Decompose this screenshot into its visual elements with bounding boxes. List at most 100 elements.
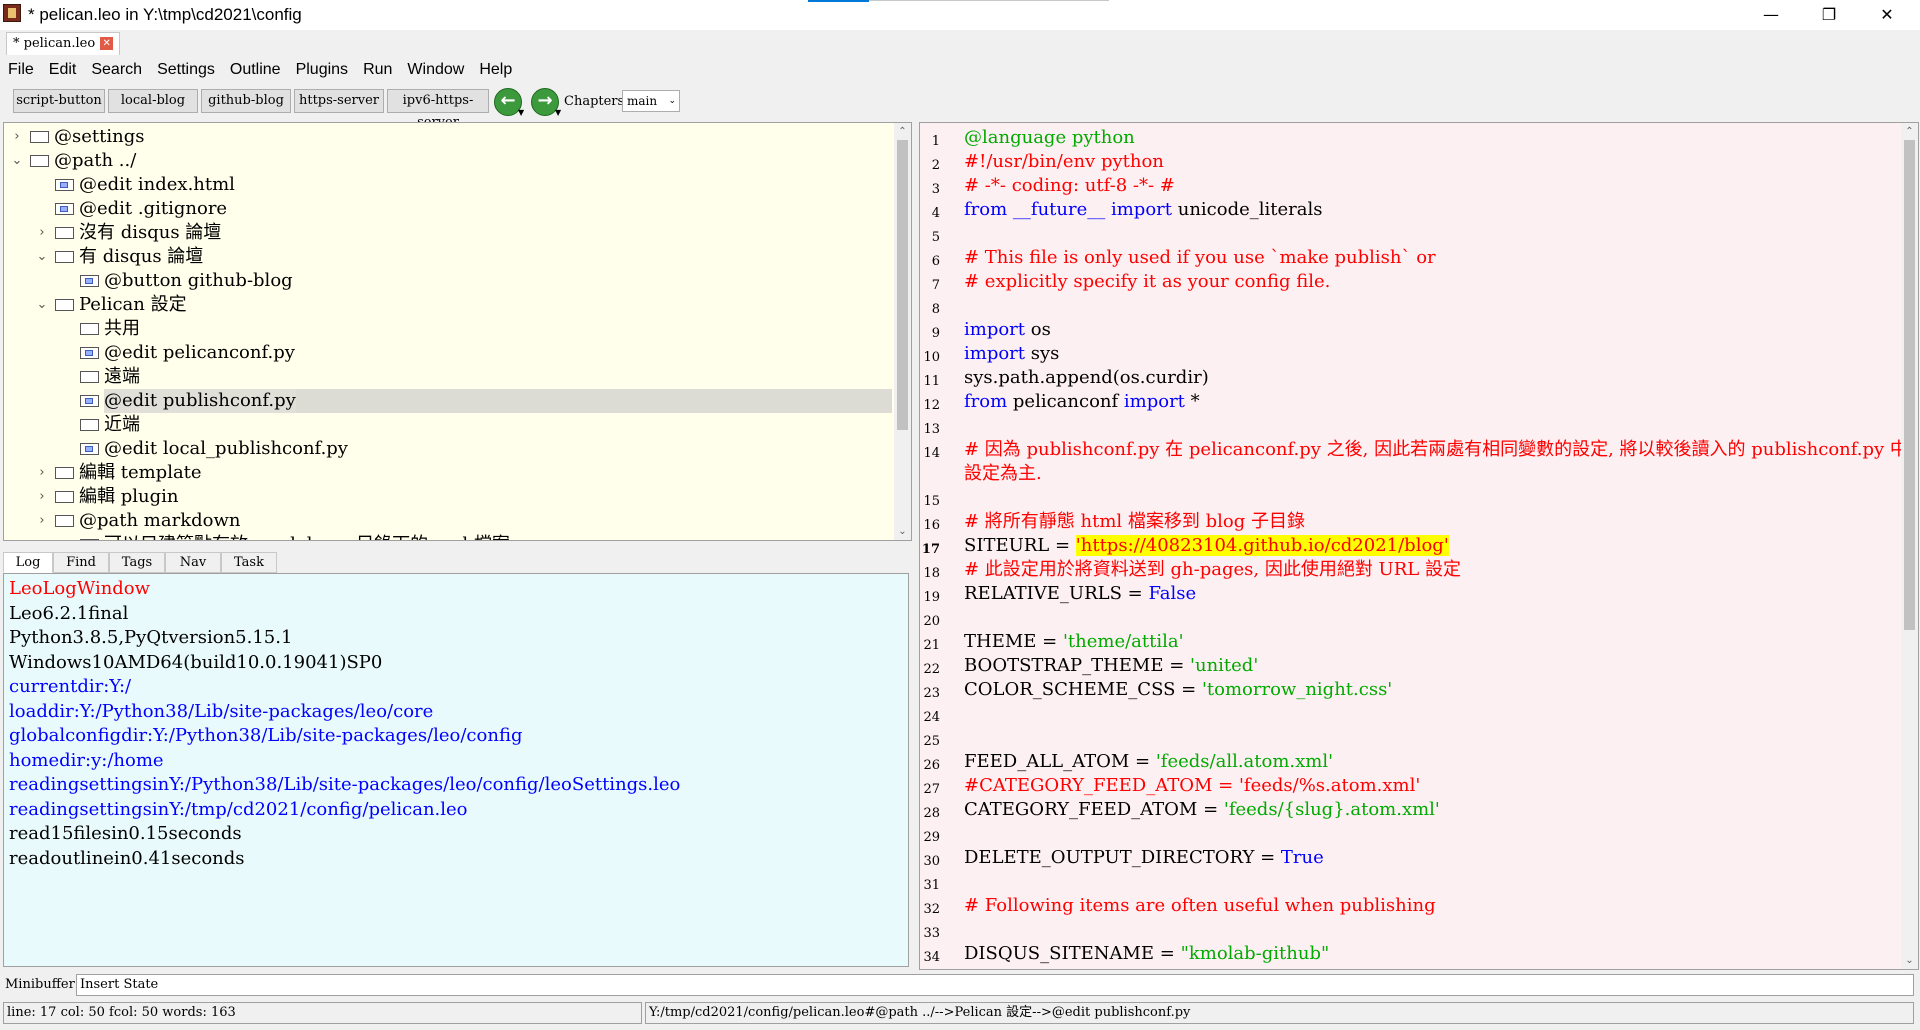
outline-node[interactable]: › 編輯 template	[39, 461, 892, 485]
chevron-down-icon[interactable]: ⌄	[35, 245, 49, 269]
tab-log[interactable]: Log	[3, 552, 53, 573]
outline-node[interactable]: 共用	[80, 317, 892, 341]
chevron-down-icon[interactable]: ⌄	[10, 149, 24, 173]
menu-plugins[interactable]: Plugins	[288, 57, 355, 82]
outline-node[interactable]: › @path markdown	[39, 509, 892, 533]
scroll-thumb[interactable]	[1904, 140, 1915, 630]
chevron-right-icon[interactable]: ›	[35, 221, 49, 245]
script-button[interactable]: script-button	[13, 89, 105, 113]
outline-scrollbar[interactable]: ⌃ ⌄	[894, 123, 911, 540]
menu-settings[interactable]: Settings	[149, 57, 222, 82]
minimize-button[interactable]: —	[1748, 0, 1794, 30]
line-number: 26	[923, 758, 940, 773]
code-line: 設定為主.	[964, 462, 1042, 486]
outline-node[interactable]: @edit index.html	[55, 173, 892, 197]
outline-pane[interactable]: › @settings ⌄ @path ../@edit index.html @edi…	[3, 122, 912, 541]
chapters-value: main	[627, 94, 658, 108]
log-pane[interactable]: LeoLogWindow Leo6.2.1final Python3.8.5,PyQ…	[3, 573, 909, 967]
outline-node[interactable]: › 編輯 plugin	[39, 485, 892, 509]
code-line: DELETE_OUTPUT_DIRECTORY = True	[964, 846, 1324, 870]
outline-node[interactable]: @edit publishconf.py	[80, 389, 892, 413]
line-number: 33	[923, 926, 940, 941]
scroll-thumb[interactable]	[897, 140, 908, 430]
code-token: BOOTSTRAP_THEME =	[964, 655, 1191, 676]
scroll-down-icon[interactable]: ⌄	[1901, 952, 1918, 969]
scroll-up-icon[interactable]: ⌃	[894, 123, 911, 140]
document-tab-strip: * pelican.leo ✕	[0, 30, 1920, 56]
body-editor[interactable]: 1 2 3 4 5 6 7 8 9 10 11 12 13 14 15 16 17 18 19 20 21 22 23 24 2…	[919, 122, 1919, 970]
menu-window[interactable]: Window	[399, 57, 471, 82]
outline-node[interactable]: 近端	[80, 413, 892, 437]
outline-node[interactable]: ⌄ @path ../	[12, 149, 892, 173]
code-line: # 將所有靜態 html 檔案移到 blog 子目錄	[964, 510, 1305, 534]
chevron-right-icon[interactable]: ›	[35, 509, 49, 533]
log-line: readingsettingsinY:/tmp/cd2021/config/pe…	[9, 798, 468, 820]
code-token: DISQUS_SITENAME =	[964, 943, 1181, 964]
tab-tags[interactable]: Tags	[109, 552, 165, 573]
outline-node[interactable]: › @settings	[14, 125, 892, 149]
line-number: 25	[923, 734, 940, 749]
local-blog-button[interactable]: local-blog	[108, 89, 198, 113]
line-number: 22	[923, 662, 940, 677]
chevron-down-icon[interactable]: ▼	[518, 108, 524, 117]
chevron-right-icon[interactable]: ›	[35, 485, 49, 509]
code-line: import sys	[964, 342, 1059, 366]
scroll-up-icon[interactable]: ⌃	[1901, 123, 1918, 140]
scroll-down-icon[interactable]: ⌄	[894, 523, 911, 540]
line-number: 1	[931, 134, 940, 149]
code-token: DELETE_OUTPUT_DIRECTORY =	[964, 847, 1281, 868]
tab-find[interactable]: Find	[53, 552, 109, 573]
code-line: # -*- coding: utf-8 -*- #	[964, 174, 1175, 198]
menu-edit[interactable]: Edit	[41, 57, 84, 82]
ipv6-https-server-button[interactable]: ipv6-https-server	[387, 89, 489, 130]
outline-node[interactable]: @edit pelicanconf.py	[80, 341, 892, 365]
outline-node[interactable]: 遠端	[80, 365, 892, 389]
code-line: from __future__ import unicode_literals	[964, 198, 1323, 222]
outline-node-label: @settings	[54, 126, 145, 147]
code-token: from	[964, 391, 1008, 412]
outline-node-label: @path markdown	[79, 510, 241, 531]
line-number-gutter: 1 2 3 4 5 6 7 8 9 10 11 12 13 14 15 16 17 18 19 20 21 22 23 24 2…	[920, 123, 960, 969]
github-blog-button[interactable]: github-blog	[201, 89, 291, 113]
menu-outline[interactable]: Outline	[222, 57, 288, 82]
leo-app-icon[interactable]	[3, 4, 21, 22]
code-token: # explicitly specify it as your config f…	[964, 271, 1331, 292]
line-number: 13	[923, 422, 940, 437]
node-icon	[30, 131, 49, 143]
outline-node-label: @edit local_publishconf.py	[104, 438, 348, 459]
close-window-button[interactable]: ✕	[1864, 0, 1910, 30]
tab-pelican-leo[interactable]: * pelican.leo ✕	[6, 32, 121, 55]
outline-node[interactable]: ⌄ Pelican 設定	[37, 293, 892, 317]
menu-help[interactable]: Help	[471, 57, 519, 82]
chevron-down-icon[interactable]: ▼	[555, 108, 561, 117]
chevron-right-icon[interactable]: ›	[10, 125, 24, 149]
tab-task[interactable]: Task	[221, 552, 277, 573]
chevron-right-icon[interactable]: ›	[35, 461, 49, 485]
log-line: Python3.8.5,PyQtversion5.15.1	[9, 627, 293, 648]
code-token: @language python	[964, 127, 1135, 148]
outline-node[interactable]: @edit local_publishconf.py	[80, 437, 892, 461]
menu-search[interactable]: Search	[83, 57, 149, 82]
outline-node-label: 編輯 template	[79, 462, 202, 483]
log-line: Windows10AMD64(build10.0.19041)SP0	[9, 651, 383, 673]
tab-nav[interactable]: Nav	[165, 552, 221, 573]
code-token: 'https://40823104.github.io/cd2021/blog'	[1075, 535, 1449, 556]
chapters-select[interactable]: main ⌄	[622, 90, 680, 112]
editor-scrollbar[interactable]: ⌃ ⌄	[1901, 123, 1918, 969]
outline-node[interactable]: @button github-blog	[80, 269, 892, 293]
minibuffer-input[interactable]: Insert State	[76, 974, 1914, 996]
https-server-button[interactable]: https-server	[294, 89, 384, 113]
menu-run[interactable]: Run	[355, 57, 399, 82]
outline-node[interactable]: @edit .gitignore	[55, 197, 892, 221]
outline-node-label: 共用	[104, 318, 140, 339]
close-icon[interactable]: ✕	[100, 37, 114, 50]
chevron-down-icon[interactable]: ⌄	[35, 293, 49, 317]
outline-node-label: @edit publishconf.py	[104, 389, 296, 413]
menu-file[interactable]: File	[0, 57, 41, 82]
maximize-button[interactable]: ❐	[1806, 0, 1852, 30]
outline-node[interactable]: › 沒有 disqus 論壇	[39, 221, 892, 245]
outline-node[interactable]: 可以只建節點存放 markdown 目錄下的 .md 檔案	[80, 533, 892, 540]
code-token: FEED_ALL_ATOM =	[964, 751, 1156, 772]
outline-node[interactable]: ⌄ 有 disqus 論壇	[37, 245, 892, 269]
code-token: # 因為 publishconf.py 在 pelicanconf.py 之後,…	[964, 439, 1919, 460]
